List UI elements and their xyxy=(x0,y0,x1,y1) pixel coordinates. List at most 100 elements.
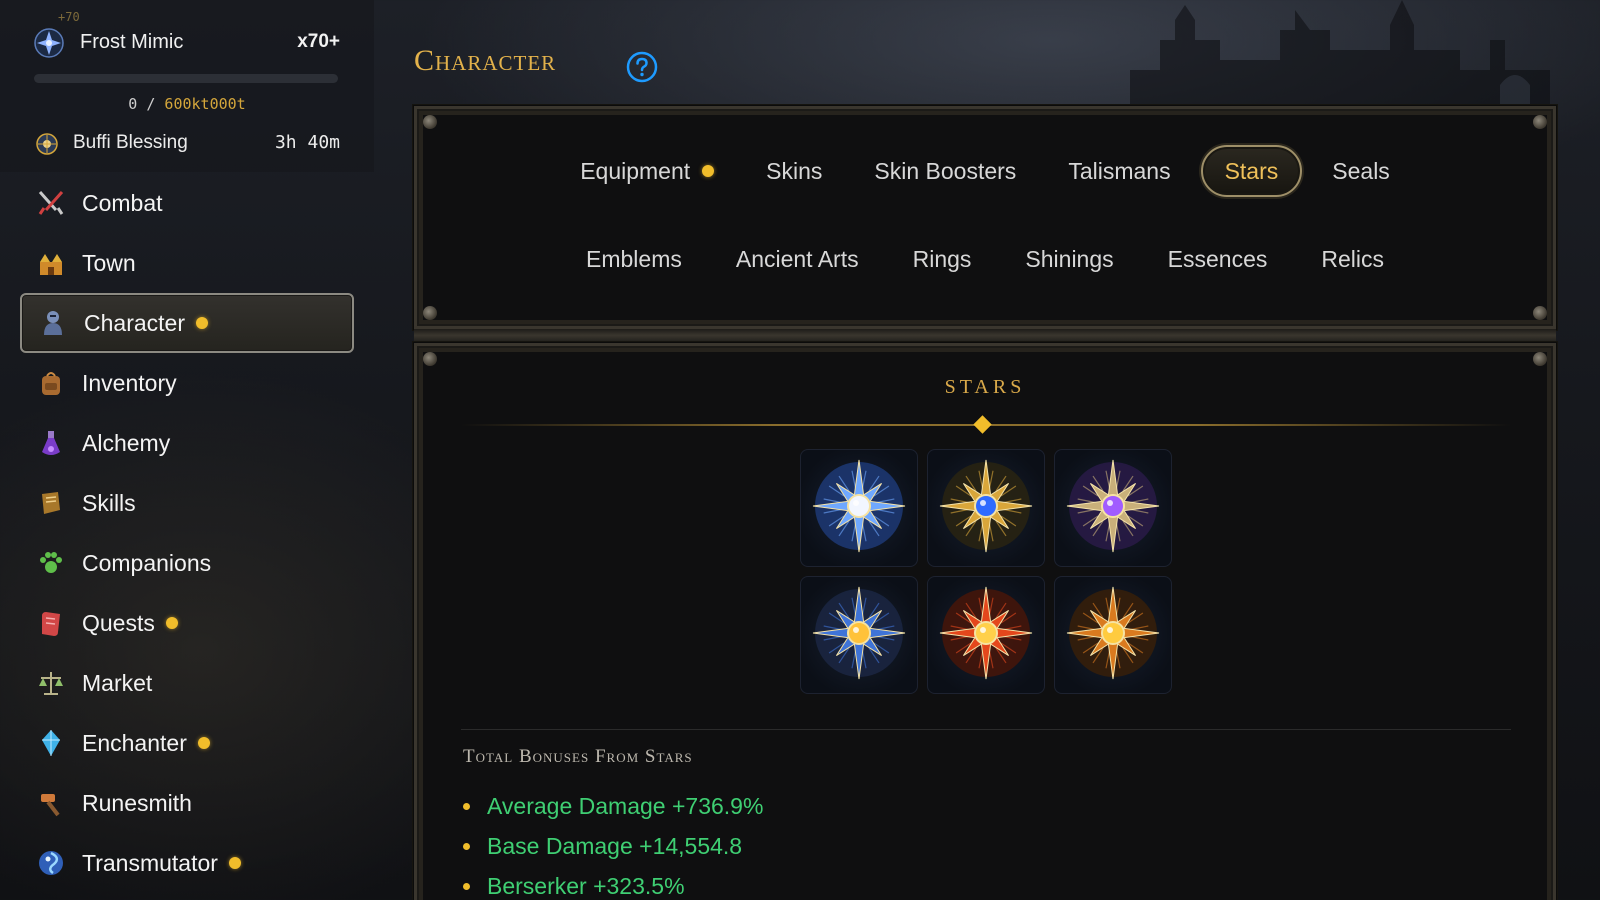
sidebar-item-label: Combat xyxy=(82,189,163,216)
sidebar-item-quests[interactable]: Quests xyxy=(20,593,354,653)
tab-essences[interactable]: Essences xyxy=(1146,233,1290,285)
notification-dot xyxy=(702,165,715,177)
star-slot[interactable] xyxy=(800,576,918,694)
tab-label: Talismans xyxy=(1068,157,1171,184)
sidebar-item-label: Market xyxy=(82,669,153,696)
frame-rivet xyxy=(423,115,437,129)
bonuses-title: Total Bonuses From Stars xyxy=(463,746,693,767)
tab-label: Skins xyxy=(766,157,823,184)
amber-star-icon xyxy=(1058,578,1168,693)
sidebar-item-alchemy[interactable]: Alchemy xyxy=(20,413,354,473)
tab-shinings[interactable]: Shinings xyxy=(1003,233,1135,285)
tab-equipment[interactable]: Equipment xyxy=(558,145,736,197)
scales-icon xyxy=(36,668,66,698)
frame-rivet xyxy=(423,306,437,320)
tab-label: Ancient Arts xyxy=(735,245,859,272)
bonus-item: Base Damage +14,554.8 xyxy=(463,826,763,866)
knight-icon xyxy=(38,308,68,338)
panel-divider xyxy=(414,329,1556,343)
notification-dot xyxy=(165,617,178,629)
tabs-row-primary: Equipment Skins Skin Boosters Talismans Star… xyxy=(417,145,1553,197)
hp-max: 600kt000t xyxy=(164,95,246,113)
scroll-icon xyxy=(36,608,66,638)
star-slot[interactable] xyxy=(927,449,1045,567)
stars-panel: STARS Total Bonuses From Stars Average D… xyxy=(413,342,1557,900)
sidebar-item-transmutator[interactable]: Transmutator xyxy=(20,833,354,893)
main-nav: Combat Town Character Inventory Alchemy Skill… xyxy=(20,173,354,893)
swirl-orb-icon xyxy=(36,848,66,878)
sidebar-item-label: Companions xyxy=(82,549,212,576)
sidebar-item-label: Character xyxy=(84,309,185,336)
tab-talismans[interactable]: Talismans xyxy=(1046,145,1192,197)
sidebar-item-label: Transmutator xyxy=(82,849,218,876)
monster-hp-text: 0 / 600kt000t xyxy=(0,95,374,113)
tab-relics[interactable]: Relics xyxy=(1299,233,1406,285)
star-slot[interactable] xyxy=(927,576,1045,694)
notification-dot xyxy=(228,857,241,869)
tab-label: Relics xyxy=(1321,245,1384,272)
blessing-icon xyxy=(36,133,58,155)
potion-icon xyxy=(36,428,66,458)
purple-star-icon xyxy=(1058,451,1168,566)
monster-level-tag: +70 xyxy=(58,10,80,24)
buff-timer: 3h 40m xyxy=(274,132,340,153)
town-icon xyxy=(36,248,66,278)
monster-multiplier: x70+ xyxy=(297,31,340,52)
tabs-row-secondary: Emblems Ancient Arts Rings Shinings Essences… xyxy=(417,233,1553,285)
star-slot[interactable] xyxy=(1054,576,1172,694)
castle-silhouette xyxy=(1130,0,1550,110)
tab-label: Seals xyxy=(1332,157,1390,184)
sidebar-item-label: Quests xyxy=(82,609,155,636)
tab-skin-boosters[interactable]: Skin Boosters xyxy=(852,145,1038,197)
star-slot[interactable] xyxy=(1054,449,1172,567)
hammer-icon xyxy=(36,788,66,818)
tab-rings[interactable]: Rings xyxy=(891,233,994,285)
frame-rivet xyxy=(1533,306,1547,320)
bonus-text: Base Damage +14,554.8 xyxy=(487,832,743,859)
tab-label: Emblems xyxy=(586,245,682,272)
title-diamond-ornament xyxy=(973,415,992,434)
white-star-icon xyxy=(804,451,914,566)
bonus-text: Berserker +323.5% xyxy=(487,872,685,899)
sidebar-item-town[interactable]: Town xyxy=(20,233,354,293)
book-icon xyxy=(36,488,66,518)
sidebar-item-label: Skills xyxy=(82,489,136,516)
sidebar-item-inventory[interactable]: Inventory xyxy=(20,353,354,413)
tab-label: Essences xyxy=(1167,245,1268,272)
bonus-item: Average Damage +736.9% xyxy=(463,786,763,826)
notification-dot xyxy=(195,317,208,329)
tab-skins[interactable]: Skins xyxy=(744,145,844,197)
sidebar-item-runesmith[interactable]: Runesmith xyxy=(20,773,354,833)
sidebar-item-combat[interactable]: Combat xyxy=(20,173,354,233)
monster-hp-bar xyxy=(34,74,338,83)
stars-section-title: STARS xyxy=(944,376,1026,398)
star-slot[interactable] xyxy=(800,449,918,567)
bullet-dot xyxy=(463,802,470,810)
buff-name: Buffi Blessing xyxy=(73,132,188,153)
sidebar-item-label: Alchemy xyxy=(82,429,171,456)
sidebar: +70 Frost Mimic x70+ 0 / 600kt000t Buffi… xyxy=(0,0,374,900)
sidebar-item-character[interactable]: Character xyxy=(20,293,354,353)
tab-ancient-arts[interactable]: Ancient Arts xyxy=(714,233,881,285)
sidebar-item-enchanter[interactable]: Enchanter xyxy=(20,713,354,773)
paw-icon xyxy=(36,548,66,578)
tab-stars[interactable]: Stars xyxy=(1200,145,1303,197)
sidebar-item-skills[interactable]: Skills xyxy=(20,473,354,533)
question-circle-icon[interactable] xyxy=(626,51,658,83)
character-tabs-panel: Equipment Skins Skin Boosters Talismans Star… xyxy=(413,105,1557,330)
frame-rivet xyxy=(1533,115,1547,129)
crossed-swords-icon xyxy=(36,188,66,218)
sidebar-item-label: Enchanter xyxy=(82,729,187,756)
sidebar-item-label: Town xyxy=(82,249,136,276)
tab-seals[interactable]: Seals xyxy=(1310,145,1412,197)
tab-label: Rings xyxy=(912,245,972,272)
hp-separator: / xyxy=(146,95,156,113)
sidebar-item-market[interactable]: Market xyxy=(20,653,354,713)
combat-status-card: +70 Frost Mimic x70+ 0 / 600kt000t Buffi… xyxy=(0,0,374,172)
tab-emblems[interactable]: Emblems xyxy=(564,233,704,285)
sidebar-item-label: Inventory xyxy=(82,369,177,396)
frost-mimic-icon xyxy=(34,28,64,58)
gold-blue-star-icon xyxy=(804,578,914,693)
sidebar-item-companions[interactable]: Companions xyxy=(20,533,354,593)
bullet-dot xyxy=(463,882,470,890)
